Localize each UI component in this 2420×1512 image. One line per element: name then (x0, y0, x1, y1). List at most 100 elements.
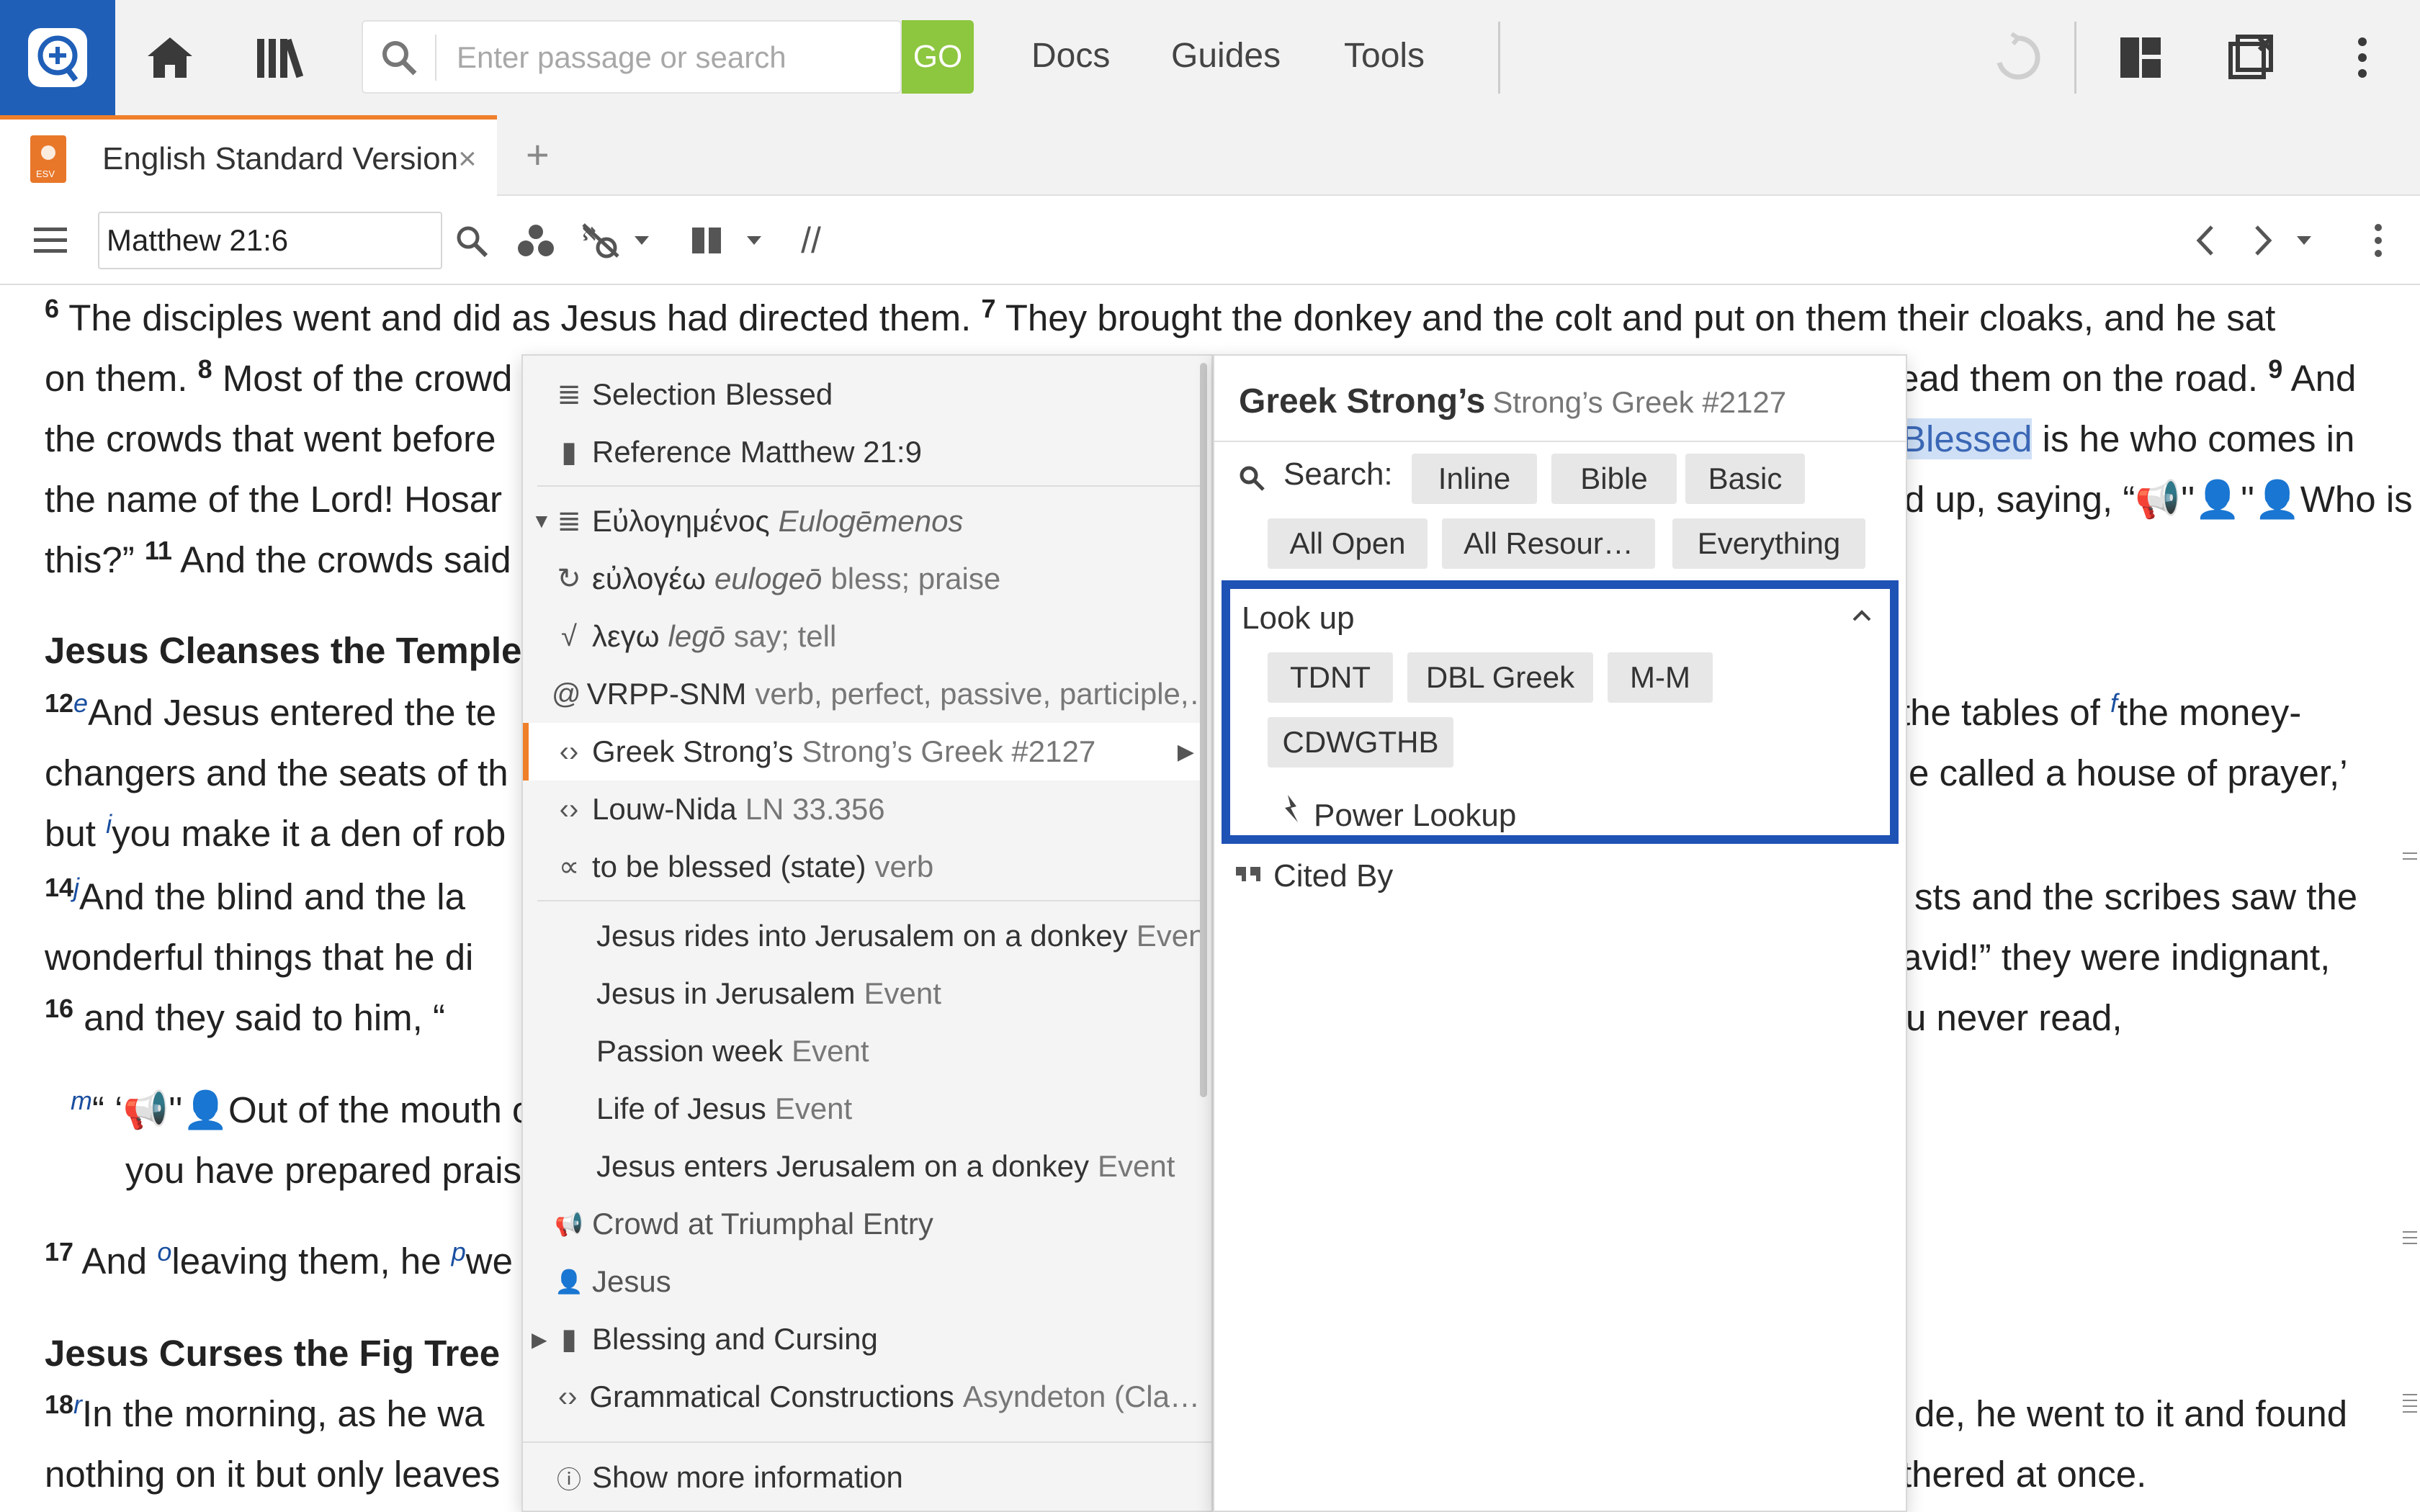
menu-item-sense[interactable]: ∝ to be blessed (state) verb (523, 838, 1200, 896)
logos-logo-icon[interactable] (0, 0, 115, 115)
footnote-marker[interactable]: e (73, 688, 88, 718)
docs-link[interactable]: Docs (1031, 36, 1110, 76)
verse-text[interactable]: you have prepared prais (125, 1150, 521, 1191)
expand-triangle-icon[interactable]: ▶ (532, 1328, 547, 1351)
tab-english-standard-version[interactable]: ESV English Standard Version × (0, 115, 497, 196)
search-inline-button[interactable]: Inline (1412, 454, 1537, 504)
verse-text[interactable]: nothing on it but only leaves (45, 1454, 500, 1495)
verse-text[interactable]: and they said to him, “ (73, 997, 445, 1038)
verse-text[interactable]: sts and the scribes saw the (1914, 876, 2357, 917)
go-button[interactable]: GO (902, 20, 974, 94)
lookup-cdwgthb-button[interactable]: CDWGTHB (1268, 717, 1453, 768)
verse-number[interactable]: 8 (198, 354, 212, 384)
guides-link[interactable]: Guides (1171, 36, 1281, 76)
lookup-mm-button[interactable]: M-M (1608, 652, 1713, 703)
menu-scrollbar[interactable] (1200, 363, 1207, 1097)
verse-text[interactable]: In the morning, as he wa (82, 1393, 485, 1434)
menu-item-event[interactable]: Jesus enters Jerusalem on a donkey Event (523, 1138, 1200, 1195)
collapse-chevron-icon[interactable] (1851, 599, 1873, 630)
verse-number[interactable]: 14 (45, 873, 73, 902)
panel-more-icon[interactable] (2364, 217, 2393, 264)
footnote-marker[interactable]: m (71, 1086, 92, 1115)
history-dropdown-icon[interactable] (2293, 217, 2315, 264)
verse-text[interactable]: we (466, 1241, 513, 1282)
verse-text[interactable]: the money- (2118, 692, 2301, 733)
columns-dropdown-icon[interactable] (743, 217, 765, 264)
verse-text[interactable]: ead them on the road. (1899, 358, 2268, 399)
home-icon[interactable] (141, 29, 199, 86)
verse-text[interactable]: on them. (45, 358, 198, 399)
add-tab-icon[interactable]: + (526, 131, 550, 178)
menu-item-selection[interactable]: ≣ Selection Blessed (523, 366, 1200, 423)
footnote-marker[interactable]: i (106, 809, 112, 839)
menu-item-event[interactable]: Passion week Event (523, 1022, 1200, 1080)
sync-icon[interactable] (1989, 29, 2047, 86)
menu-item-inflected-form[interactable]: ▼ ≣ Εὐλογημένος Eulogēmenos (523, 492, 1200, 550)
tab-close-icon[interactable]: × (458, 141, 477, 177)
scrollbar-markers[interactable] (2403, 288, 2417, 1512)
menu-item-grammatical-constructions[interactable]: ‹› Grammatical Constructions Asyndeton (… (523, 1368, 1200, 1426)
inline-interlinear-icon[interactable]: ℵ (578, 217, 624, 264)
verse-text[interactable]: The disciples went and did as Jesus had … (59, 297, 981, 338)
verse-text[interactable]: the tables of (1900, 692, 2110, 733)
verse-number[interactable]: 11 (145, 536, 172, 565)
verse-text[interactable]: wonderful things that he di (45, 937, 473, 978)
verse-text[interactable]: the name of the Lord! Hosar (45, 479, 502, 520)
search-basic-button[interactable]: Basic (1685, 454, 1805, 504)
menu-item-event[interactable]: Jesus in Jerusalem Event (523, 965, 1200, 1022)
verse-text[interactable]: u never read, (1906, 997, 2123, 1038)
verse-text[interactable]: And (73, 1241, 157, 1282)
menu-item-reference[interactable]: ▮ Reference Matthew 21:9 (523, 423, 1200, 481)
reference-input[interactable] (98, 212, 442, 269)
history-back-icon[interactable] (2182, 217, 2228, 264)
verse-text[interactable]: And the blind and the la (79, 876, 465, 917)
verse-text[interactable]: is he who comes in (2032, 418, 2355, 459)
more-vert-icon[interactable] (2334, 29, 2391, 86)
verse-number[interactable]: 6 (45, 294, 59, 323)
menu-item-greek-strongs[interactable]: ‹› Greek Strong’s Strong’s Greek #2127 ▶ (523, 723, 1200, 780)
selected-word-blessed[interactable]: Blessed (1901, 418, 2033, 459)
library-icon[interactable] (252, 29, 310, 86)
verse-text[interactable]: d up, saying, “📢ʹʹ👤ʹʹ👤Who is (1904, 479, 2413, 520)
panel-menu-icon[interactable] (27, 217, 73, 264)
verse-text[interactable]: but (45, 813, 106, 854)
verse-number[interactable]: 18 (45, 1390, 73, 1419)
verse-text[interactable]: this?” (45, 539, 145, 580)
cited-by-link[interactable]: Cited By (1273, 858, 1393, 894)
lookup-dbl-greek-button[interactable]: DBL Greek (1407, 652, 1593, 703)
menu-item-event[interactable]: Jesus rides into Jerusalem on a donkey E… (523, 907, 1200, 965)
footnote-marker[interactable]: r (73, 1390, 82, 1419)
menu-item-root[interactable]: √ λεγω legō say; tell (523, 608, 1200, 665)
menu-item-crowd[interactable]: 📢 Crowd at Triumphal Entry (523, 1195, 1200, 1253)
menu-item-louw-nida[interactable]: ‹› Louw-Nida LN 33.356 (523, 780, 1200, 838)
verse-text[interactable]: e called a house of prayer,’ (1909, 752, 2348, 793)
tools-link[interactable]: Tools (1344, 36, 1425, 76)
columns-icon[interactable] (684, 217, 730, 264)
search-everything-button[interactable]: Everything (1672, 518, 1865, 569)
footnote-marker[interactable]: p (452, 1237, 466, 1266)
panel-search-icon[interactable] (448, 217, 494, 264)
verse-number[interactable]: 17 (45, 1237, 73, 1266)
visual-filter-icon[interactable] (513, 217, 559, 264)
verse-text[interactable]: avid!” they were indignant, (1901, 937, 2330, 978)
search-all-open-button[interactable]: All Open (1268, 518, 1428, 569)
verse-text[interactable]: the crowds that went before (45, 418, 496, 459)
menu-item-morphology[interactable]: @ VRPP-SNM verb, perfect, passive, parti… (523, 665, 1200, 723)
verse-number[interactable]: 12 (45, 688, 73, 718)
interlinear-dropdown-icon[interactable] (631, 217, 653, 264)
layouts-icon[interactable] (2112, 29, 2169, 86)
verse-number[interactable]: 9 (2268, 354, 2282, 384)
verse-text[interactable]: thered at once. (1901, 1454, 2146, 1495)
show-more-information-button[interactable]: ⓘ Show more information (523, 1449, 1200, 1506)
menu-item-blessing-and-cursing[interactable]: ▶ ▮ Blessing and Cursing (523, 1310, 1200, 1368)
history-forward-icon[interactable] (2240, 217, 2286, 264)
verse-number[interactable]: 7 (982, 294, 996, 323)
close-panels-icon[interactable] (2223, 29, 2280, 86)
search-input[interactable] (457, 35, 889, 81)
footnote-marker[interactable]: o (157, 1237, 171, 1266)
verse-text[interactable]: Most of the crowd (212, 358, 513, 399)
verse-text[interactable]: They brought the donkey and the colt and… (996, 297, 2276, 338)
search-bible-button[interactable]: Bible (1551, 454, 1677, 504)
search-icon[interactable] (377, 36, 421, 79)
footnote-marker[interactable]: f (2110, 688, 2118, 718)
